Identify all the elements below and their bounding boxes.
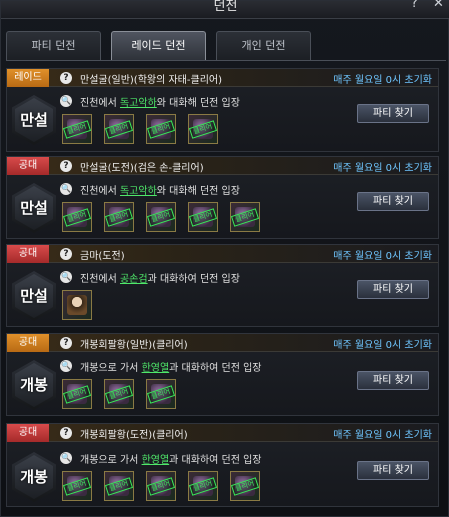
reward-item[interactable]: 클리어: [188, 471, 218, 501]
reset-info: 매주 월요일 0시 초기화: [333, 430, 432, 441]
reward-item[interactable]: 클리어: [230, 471, 260, 501]
dungeon-card: 공대 ? 개봉회팔황(일반)(클리어) 매주 월요일 0시 초기화 개봉 🔍 개…: [6, 333, 439, 416]
tab-raid-dungeon[interactable]: 레이드 던전: [111, 31, 206, 60]
entry-description: 진천에서 독고악하와 대화해 던전 입장: [80, 182, 240, 197]
dungeon-card: 공대 ? 개봉회팔황(도전)(클리어) 매주 월요일 0시 초기화 개봉 🔍 개…: [6, 423, 439, 507]
reward-item[interactable]: 클리어: [62, 379, 92, 409]
magnifier-icon[interactable]: 🔍: [60, 271, 72, 283]
question-icon[interactable]: ?: [60, 248, 72, 260]
desc-text: 진천에서: [80, 186, 120, 197]
reward-item[interactable]: 클리어: [62, 471, 92, 501]
dungeon-header: 공대 ? 만설굴(도전)(검은 손-클리어) 매주 월요일 0시 초기화: [7, 157, 438, 175]
dungeon-title: 금마(도전): [80, 251, 125, 262]
dungeon-card: 공대 ? 금마(도전) 매주 월요일 0시 초기화 만설 🔍 진천에서 공손검과…: [6, 244, 439, 327]
emblem-label: 개봉: [20, 468, 48, 486]
question-icon[interactable]: ?: [60, 427, 72, 439]
reset-info: 매주 월요일 0시 초기화: [333, 340, 432, 351]
reward-item[interactable]: 클리어: [230, 202, 260, 232]
find-party-button[interactable]: 파티 찾기: [357, 461, 429, 480]
dungeon-title: 만설굴(일반)(학왕의 자태-클리어): [80, 75, 222, 86]
emblem-label: 만설: [20, 111, 48, 129]
dungeon-card: 공대 ? 만설굴(도전)(검은 손-클리어) 매주 월요일 0시 초기화 만설 …: [6, 156, 439, 239]
reset-info: 매주 월요일 0시 초기화: [333, 251, 432, 262]
desc-text: 와 대화해 던전 입장: [156, 186, 240, 197]
raid-tag: 공대: [7, 424, 49, 442]
desc-text: 진천에서: [80, 274, 120, 285]
reward-item[interactable]: 클리어: [62, 114, 92, 144]
title-bar[interactable]: 던전 ? ✕: [1, 0, 449, 19]
dungeon-window: 던전 ? ✕ 파티 던전 레이드 던전 개인 던전 레이드 ? 만설굴(일반)(…: [0, 0, 449, 517]
dungeon-card: 레이드 ? 만설굴(일반)(학왕의 자태-클리어) 매주 월요일 0시 초기화 …: [6, 68, 439, 152]
portrait-icon: [67, 295, 87, 315]
tab-solo-dungeon[interactable]: 개인 던전: [216, 31, 311, 60]
reset-info: 매주 월요일 0시 초기화: [333, 75, 432, 86]
reward-item[interactable]: 클리어: [146, 471, 176, 501]
dungeon-emblem: 개봉: [12, 360, 56, 410]
reward-item[interactable]: 클리어: [188, 202, 218, 232]
dungeon-header: 공대 ? 금마(도전) 매주 월요일 0시 초기화: [7, 245, 438, 263]
find-party-button[interactable]: 파티 찾기: [357, 371, 429, 390]
reward-item[interactable]: 클리어: [188, 114, 218, 144]
dungeon-title: 개봉회팔황(도전)(클리어): [80, 430, 188, 441]
question-icon[interactable]: ?: [60, 160, 72, 172]
dungeon-header: 공대 ? 개봉회팔황(도전)(클리어) 매주 월요일 0시 초기화: [7, 424, 438, 442]
magnifier-icon[interactable]: 🔍: [60, 452, 72, 464]
emblem-label: 만설: [20, 287, 48, 305]
desc-text: 개봉으로 가서: [80, 363, 142, 374]
emblem-label: 만설: [20, 199, 48, 217]
entry-description: 개봉으로 가서 한영열과 대화하여 던전 입장: [80, 451, 262, 466]
dungeon-header: 레이드 ? 만설굴(일반)(학왕의 자태-클리어) 매주 월요일 0시 초기화: [7, 69, 438, 87]
dungeon-title: 만설굴(도전)(검은 손-클리어): [80, 163, 204, 174]
window-title: 던전: [213, 0, 238, 14]
reward-item[interactable]: 클리어: [62, 202, 92, 232]
dungeon-emblem: 개봉: [12, 452, 56, 502]
entry-description: 진천에서 공손검과 대화하여 던전 입장: [80, 270, 240, 285]
npc-link[interactable]: 독고악하: [120, 186, 157, 197]
find-party-button[interactable]: 파티 찾기: [357, 192, 429, 211]
npc-link[interactable]: 독고악하: [120, 98, 157, 109]
tab-bar: 파티 던전 레이드 던전 개인 던전: [6, 31, 446, 61]
reset-info: 매주 월요일 0시 초기화: [333, 163, 432, 174]
npc-link[interactable]: 공손검: [120, 274, 148, 285]
reward-item[interactable]: 클리어: [146, 114, 176, 144]
reward-item[interactable]: [62, 290, 92, 320]
question-icon[interactable]: ?: [60, 337, 72, 349]
desc-text: 와 대화해 던전 입장: [156, 98, 240, 109]
dungeon-emblem: 만설: [12, 271, 56, 321]
desc-text: 과 대화하여 던전 입장: [169, 363, 262, 374]
dungeon-title: 개봉회팔황(일반)(클리어): [80, 340, 188, 351]
reward-item[interactable]: 클리어: [146, 202, 176, 232]
reward-item[interactable]: 클리어: [104, 379, 134, 409]
reward-item[interactable]: 클리어: [104, 114, 134, 144]
raid-tag: 공대: [7, 245, 49, 263]
npc-link[interactable]: 한영열: [142, 455, 170, 466]
desc-text: 과 대화하여 던전 입장: [169, 455, 262, 466]
question-icon[interactable]: ?: [60, 72, 72, 84]
tab-party-dungeon[interactable]: 파티 던전: [6, 31, 101, 60]
entry-description: 개봉으로 가서 한영열과 대화하여 던전 입장: [80, 359, 262, 374]
desc-text: 과 대화하여 던전 입장: [147, 274, 240, 285]
find-party-button[interactable]: 파티 찾기: [357, 280, 429, 299]
dungeon-header: 공대 ? 개봉회팔황(일반)(클리어) 매주 월요일 0시 초기화: [7, 334, 438, 352]
raid-tag: 공대: [7, 334, 49, 352]
magnifier-icon[interactable]: 🔍: [60, 360, 72, 372]
reward-item[interactable]: 클리어: [104, 471, 134, 501]
reward-item[interactable]: 클리어: [146, 379, 176, 409]
npc-link[interactable]: 한영열: [142, 363, 170, 374]
emblem-label: 개봉: [20, 376, 48, 394]
find-party-button[interactable]: 파티 찾기: [357, 104, 429, 123]
entry-description: 진천에서 독고악하와 대화해 던전 입장: [80, 94, 240, 109]
dungeon-emblem: 만설: [12, 183, 56, 233]
dungeon-emblem: 만설: [12, 95, 56, 145]
magnifier-icon[interactable]: 🔍: [60, 183, 72, 195]
raid-tag: 공대: [7, 157, 49, 175]
desc-text: 진천에서: [80, 98, 120, 109]
raid-tag: 레이드: [7, 69, 49, 87]
close-button[interactable]: ✕: [433, 0, 444, 11]
magnifier-icon[interactable]: 🔍: [60, 95, 72, 107]
help-button[interactable]: ?: [411, 0, 418, 11]
desc-text: 개봉으로 가서: [80, 455, 142, 466]
reward-item[interactable]: 클리어: [104, 202, 134, 232]
